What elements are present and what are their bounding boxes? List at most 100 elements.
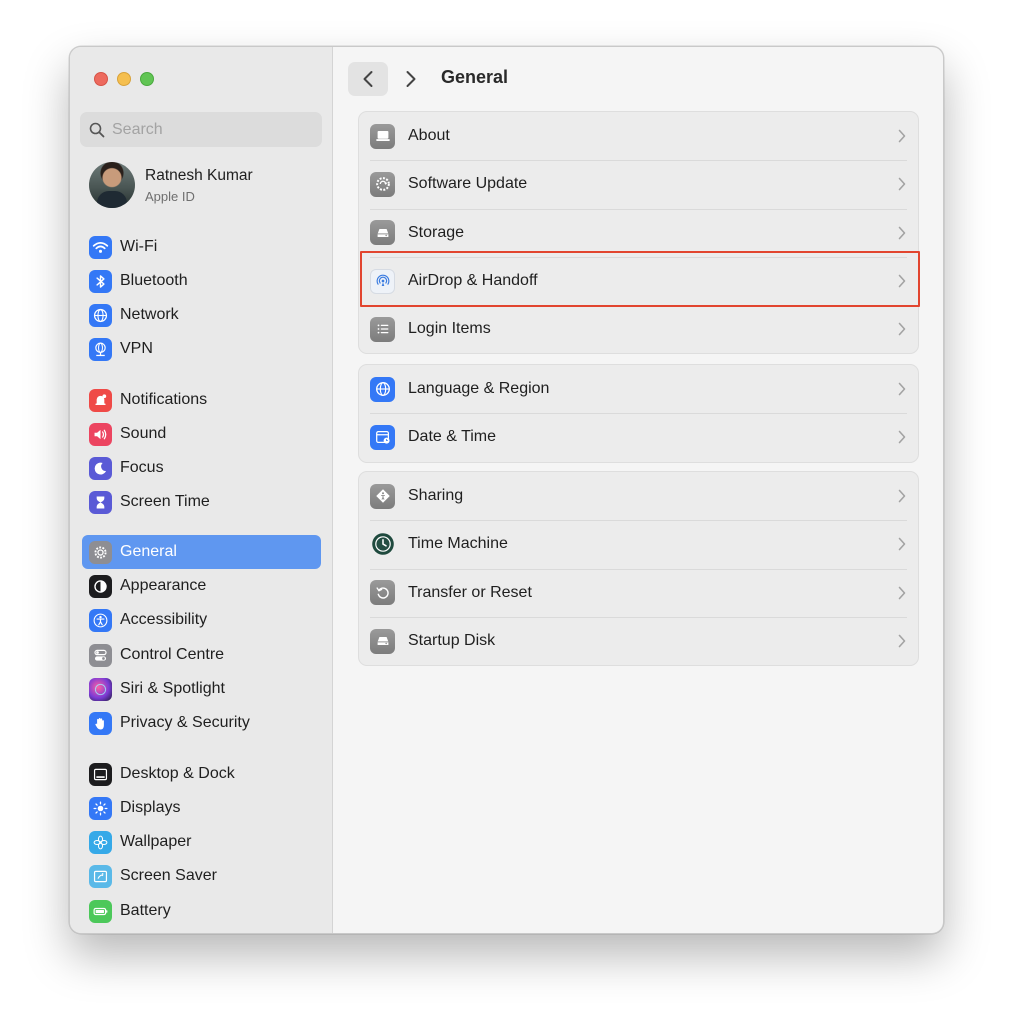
close-button[interactable] bbox=[94, 72, 108, 86]
calendar-clock-icon bbox=[370, 424, 395, 450]
row-storage[interactable]: Storage bbox=[359, 208, 918, 257]
sidebar-item-label: VPN bbox=[120, 340, 153, 357]
disk-icon bbox=[370, 628, 395, 654]
search-field[interactable] bbox=[80, 112, 322, 147]
software-update-icon bbox=[370, 171, 395, 197]
chevron-right-icon bbox=[406, 71, 416, 87]
accessibility-icon bbox=[89, 608, 112, 632]
sidebar: Ratnesh Kumar Apple ID Wi-Fi Bluetooth N… bbox=[70, 47, 333, 933]
sidebar-item-vpn[interactable]: VPN bbox=[82, 332, 321, 366]
chevron-right-icon bbox=[898, 586, 906, 600]
search-icon bbox=[89, 122, 105, 137]
sidebar-item-label: Displays bbox=[120, 799, 181, 816]
main-content: General About Software Update Storage Ai… bbox=[333, 47, 943, 933]
sidebar-item-screen-time[interactable]: Screen Time bbox=[82, 485, 321, 519]
chevron-right-icon bbox=[898, 129, 906, 143]
sidebar-item-general[interactable]: General bbox=[82, 535, 321, 569]
chevron-right-icon bbox=[898, 538, 906, 551]
speaker-icon bbox=[89, 422, 112, 446]
sidebar-item-bluetooth[interactable]: Bluetooth bbox=[82, 264, 321, 298]
sidebar-item-label: Privacy & Security bbox=[120, 714, 250, 731]
row-label: Startup Disk bbox=[408, 632, 496, 650]
battery-icon bbox=[89, 899, 112, 923]
chevron-right-icon bbox=[898, 431, 906, 444]
minimize-button[interactable] bbox=[117, 72, 131, 86]
reset-icon bbox=[370, 580, 395, 606]
sidebar-item-displays[interactable]: Displays bbox=[82, 791, 321, 825]
sidebar-item-label: Screen Time bbox=[120, 493, 210, 510]
row-software-update[interactable]: Software Update bbox=[359, 160, 918, 208]
settings-window: Ratnesh Kumar Apple ID Wi-Fi Bluetooth N… bbox=[69, 46, 944, 934]
chevron-right-icon bbox=[898, 489, 906, 503]
row-sharing[interactable]: Sharing bbox=[359, 472, 918, 520]
row-label: Software Update bbox=[408, 175, 528, 193]
row-login-items[interactable]: Login Items bbox=[359, 305, 918, 353]
siri-icon bbox=[89, 677, 112, 701]
sidebar-item-sound[interactable]: Sound bbox=[82, 417, 321, 451]
row-label: AirDrop & Handoff bbox=[408, 272, 538, 290]
chevron-right-icon bbox=[898, 382, 906, 396]
sidebar-item-label: Focus bbox=[120, 459, 164, 476]
laptop-icon bbox=[370, 123, 395, 149]
sun-icon bbox=[89, 796, 112, 820]
sidebar-item-wallpaper[interactable]: Wallpaper bbox=[82, 825, 321, 859]
sidebar-item-focus[interactable]: Focus bbox=[82, 451, 321, 485]
forward-button[interactable] bbox=[398, 62, 424, 96]
row-date-time[interactable]: Date & Time bbox=[359, 413, 918, 461]
chevron-right-icon bbox=[898, 178, 906, 191]
sidebar-item-notifications[interactable]: Notifications bbox=[82, 383, 321, 417]
row-label: Transfer or Reset bbox=[408, 583, 532, 601]
row-label: Language & Region bbox=[408, 380, 550, 398]
sidebar-item-battery[interactable]: Battery bbox=[82, 894, 321, 928]
airdrop-icon bbox=[370, 268, 395, 294]
vpn-icon bbox=[89, 337, 112, 361]
sharing-icon bbox=[370, 483, 395, 509]
sidebar-item-label: Screen Saver bbox=[120, 867, 217, 884]
profile-name: Ratnesh Kumar bbox=[145, 166, 253, 184]
sidebar-item-accessibility[interactable]: Accessibility bbox=[82, 603, 321, 637]
dock-icon bbox=[89, 762, 112, 786]
profile-subtitle: Apple ID bbox=[145, 188, 195, 204]
bluetooth-icon bbox=[89, 269, 112, 293]
row-startup-disk[interactable]: Startup Disk bbox=[359, 616, 918, 665]
sidebar-item-label: Wallpaper bbox=[120, 833, 192, 850]
globe-icon bbox=[370, 376, 395, 402]
gear-icon bbox=[89, 540, 112, 564]
sidebar-item-screen-saver[interactable]: Screen Saver bbox=[82, 859, 321, 893]
settings-group-system: Sharing Time Machine Transfer or Reset S… bbox=[358, 471, 919, 667]
row-transfer-reset[interactable]: Transfer or Reset bbox=[359, 568, 918, 617]
window-controls bbox=[94, 72, 154, 86]
row-label: Login Items bbox=[408, 320, 491, 338]
sidebar-item-siri-spotlight[interactable]: Siri & Spotlight bbox=[82, 672, 321, 706]
flower-icon bbox=[89, 830, 112, 854]
row-time-machine[interactable]: Time Machine bbox=[359, 520, 918, 568]
chevron-right-icon bbox=[898, 274, 906, 288]
search-input[interactable] bbox=[112, 120, 312, 139]
toggles-icon bbox=[89, 643, 112, 667]
sidebar-item-wifi[interactable]: Wi-Fi bbox=[82, 230, 321, 264]
sidebar-item-control-centre[interactable]: Control Centre bbox=[82, 638, 321, 672]
row-label: Date & Time bbox=[408, 428, 497, 446]
list-icon bbox=[370, 316, 395, 342]
sidebar-item-desktop-dock[interactable]: Desktop & Dock bbox=[82, 757, 321, 791]
row-label: Time Machine bbox=[408, 535, 508, 553]
row-label: Storage bbox=[408, 223, 465, 241]
sidebar-item-label: Battery bbox=[120, 902, 171, 919]
sidebar-item-label: Siri & Spotlight bbox=[120, 680, 225, 697]
sidebar-item-label: Notifications bbox=[120, 391, 208, 408]
sidebar-item-privacy-security[interactable]: Privacy & Security bbox=[82, 706, 321, 740]
sidebar-item-network[interactable]: Network bbox=[82, 298, 321, 332]
row-about[interactable]: About bbox=[359, 112, 918, 160]
globe-icon bbox=[89, 303, 112, 327]
screensaver-icon bbox=[89, 864, 112, 888]
row-language-region[interactable]: Language & Region bbox=[359, 365, 918, 413]
sidebar-item-label: Desktop & Dock bbox=[120, 765, 235, 782]
sidebar-item-label: Bluetooth bbox=[120, 272, 188, 289]
back-button[interactable] bbox=[348, 62, 388, 96]
zoom-button[interactable] bbox=[140, 72, 154, 86]
settings-group-device: About Software Update Storage AirDrop & … bbox=[358, 111, 919, 355]
sidebar-item-appearance[interactable]: Appearance bbox=[82, 569, 321, 603]
page-title: General bbox=[441, 67, 509, 87]
row-airdrop-handoff[interactable]: AirDrop & Handoff bbox=[359, 256, 918, 305]
apple-id-profile[interactable]: Ratnesh Kumar Apple ID bbox=[89, 162, 253, 208]
